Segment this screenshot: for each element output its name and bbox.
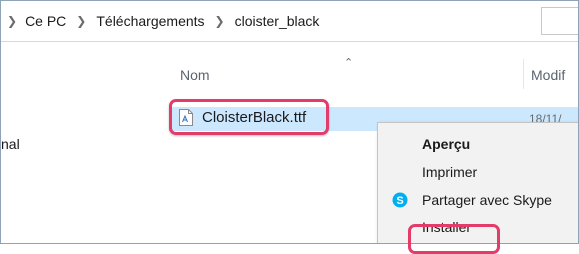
context-item-label: Partager avec Skype [422, 192, 552, 208]
file-name[interactable]: CloisterBlack.ttf [202, 109, 306, 126]
context-item-share-skype[interactable]: S Partager avec Skype [378, 187, 578, 213]
context-item-print[interactable]: Imprimer [378, 159, 578, 185]
font-file-icon [179, 108, 193, 126]
nav-pane-item-label[interactable]: nal [1, 136, 20, 152]
install-highlight-box [408, 224, 500, 254]
breadcrumb-item-this-pc[interactable]: Ce PC [25, 13, 66, 29]
sort-ascending-icon: ⌃ [344, 57, 354, 69]
column-divider[interactable] [523, 59, 524, 89]
file-explorer-window: ❯ Ce PC ❯ Téléchargements ❯ cloister_bla… [0, 0, 579, 244]
context-item-label: Aperçu [422, 136, 471, 152]
breadcrumb-item-downloads[interactable]: Téléchargements [96, 13, 204, 29]
context-item-label: Imprimer [422, 164, 478, 180]
breadcrumb-item-cloister-black[interactable]: cloister_black [235, 13, 320, 29]
address-dropdown[interactable] [541, 7, 578, 35]
chevron-right-icon[interactable]: ❯ [7, 14, 17, 28]
column-header-name[interactable]: Nom [180, 67, 210, 83]
svg-text:S: S [396, 195, 403, 207]
context-item-preview[interactable]: Aperçu [378, 131, 578, 157]
address-bar[interactable]: ❯ Ce PC ❯ Téléchargements ❯ cloister_bla… [1, 1, 578, 42]
chevron-right-icon[interactable]: ❯ [215, 14, 225, 28]
chevron-right-icon[interactable]: ❯ [76, 14, 86, 28]
column-header-modified[interactable]: Modif [531, 67, 565, 83]
file-item-cloisterblack[interactable]: CloisterBlack.ttf [169, 99, 329, 135]
skype-icon: S [392, 192, 408, 208]
